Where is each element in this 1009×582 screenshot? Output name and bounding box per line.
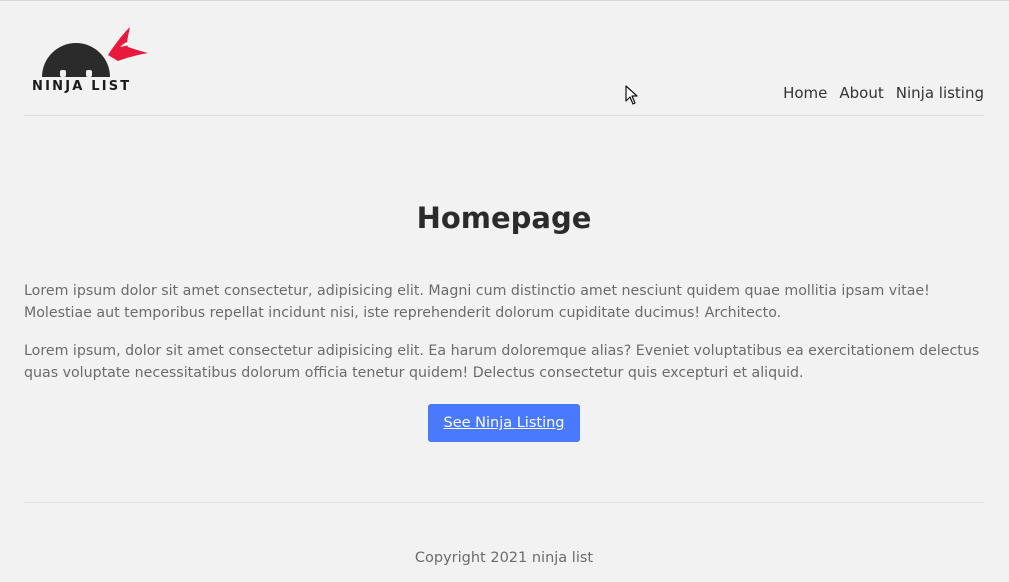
- mouse-cursor-icon: [625, 85, 638, 105]
- nav-link-home[interactable]: Home: [783, 84, 827, 102]
- main-nav: Home About Ninja listing: [783, 84, 984, 102]
- page: NINJA LIST Home About Ninja listing Home…: [0, 0, 1009, 582]
- ninja-head-icon: [42, 27, 148, 77]
- logo-text: NINJA LIST: [32, 79, 132, 94]
- intro-paragraph-2: Lorem ipsum, dolor sit amet consectetur …: [24, 343, 980, 381]
- copyright-text: Copyright 2021 ninja list: [414, 550, 594, 566]
- page-title: Homepage: [416, 201, 592, 235]
- ninja-logo[interactable]: NINJA LIST: [30, 21, 150, 101]
- nav-link-about[interactable]: About: [839, 84, 883, 102]
- intro-paragraph-1: Lorem ipsum dolor sit amet consectetur, …: [24, 283, 930, 321]
- site-header: NINJA LIST Home About Ninja listing: [24, 1, 984, 116]
- nav-link-ninja-listing[interactable]: Ninja listing: [896, 84, 984, 102]
- content-wrapper: NINJA LIST Home About Ninja listing Home…: [24, 1, 984, 442]
- site-footer: Copyright 2021 ninja list: [24, 502, 984, 566]
- main-content: Homepage Lorem ipsum dolor sit amet cons…: [24, 116, 984, 442]
- see-ninja-listing-button[interactable]: See Ninja Listing: [428, 404, 580, 442]
- cta-row: See Ninja Listing: [24, 404, 984, 442]
